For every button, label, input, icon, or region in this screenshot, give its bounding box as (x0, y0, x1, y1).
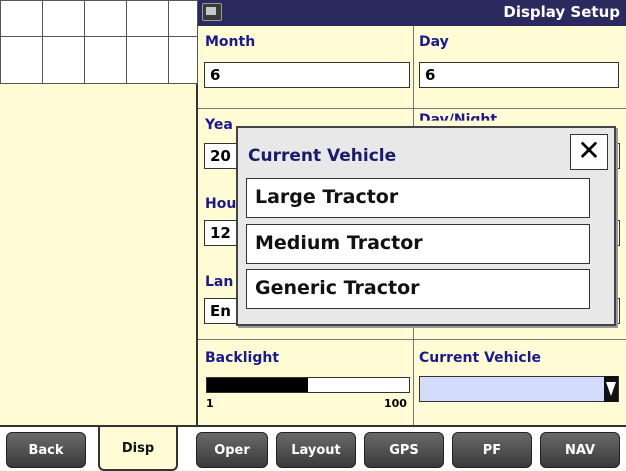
grid-cell (168, 0, 198, 37)
display-icon (202, 3, 222, 21)
vehicle-option[interactable]: Generic Tractor (246, 269, 590, 309)
tab-nav[interactable]: NAV (540, 432, 620, 468)
grid-cell (0, 36, 43, 84)
grid-cell (126, 36, 169, 84)
month-field[interactable]: 6 (204, 62, 410, 88)
day-field[interactable]: 6 (419, 62, 619, 88)
grid-cell (0, 0, 43, 37)
title-bar: Display Setup (198, 0, 626, 26)
tab-pf[interactable]: PF (452, 432, 532, 468)
row-divider (198, 339, 626, 340)
grid-cell (84, 36, 127, 84)
tab-bar: Back Disp Oper Layout GPS PF NAV (0, 425, 626, 471)
tab-layout[interactable]: Layout (276, 432, 356, 468)
grid-cell (168, 36, 198, 84)
tab-disp[interactable]: Disp (98, 427, 178, 471)
current-vehicle-field[interactable] (419, 376, 619, 402)
row-divider (198, 108, 626, 109)
tab-back[interactable]: Back (6, 432, 86, 468)
day-label: Day (419, 34, 449, 50)
current-vehicle-dialog: Current Vehicle ✕ Large Tractor Medium T… (236, 126, 616, 326)
backlight-label: Backlight (205, 350, 280, 366)
grid-cell (126, 0, 169, 37)
grid-cell (84, 0, 127, 37)
backlight-slider[interactable] (206, 377, 410, 393)
backlight-min: 1 (206, 397, 214, 410)
vehicle-option[interactable]: Medium Tractor (246, 224, 590, 264)
backlight-max: 100 (384, 397, 407, 410)
language-label: Lan (205, 274, 234, 290)
vehicle-option[interactable]: Large Tractor (246, 178, 590, 218)
dialog-title: Current Vehicle (248, 146, 397, 166)
chevron-down-icon[interactable] (604, 376, 618, 402)
grid-cell (42, 0, 85, 37)
month-label: Month (205, 34, 256, 50)
grid-cell (42, 36, 85, 84)
current-vehicle-label: Current Vehicle (419, 350, 542, 366)
year-label: Yea (205, 117, 233, 133)
close-icon[interactable]: ✕ (570, 134, 608, 170)
left-panel (0, 0, 198, 425)
tab-gps[interactable]: GPS (364, 432, 444, 468)
backlight-level (207, 378, 308, 392)
page-title: Display Setup (503, 3, 620, 21)
hour-label: Hou (205, 196, 237, 212)
tab-oper[interactable]: Oper (196, 432, 268, 468)
